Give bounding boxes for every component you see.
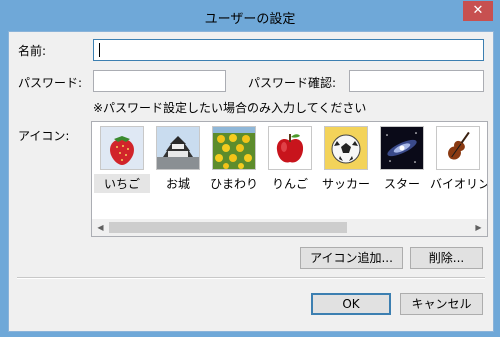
text-caret xyxy=(99,43,100,57)
icon-item-soccer[interactable]: サッカー xyxy=(318,126,374,193)
close-icon: ✕ xyxy=(472,3,484,18)
icon-item-star[interactable]: スター xyxy=(374,126,430,193)
strawberry-icon xyxy=(100,126,144,170)
horizontal-scrollbar[interactable]: ◀ ▶ xyxy=(92,219,487,236)
name-label: 名前: xyxy=(18,44,47,58)
sunflower-icon xyxy=(212,126,256,170)
soccer-ball-icon xyxy=(324,126,368,170)
scroll-left-icon[interactable]: ◀ xyxy=(92,219,109,236)
apple-icon xyxy=(268,126,312,170)
castle-icon xyxy=(156,126,200,170)
icon-label: アイコン: xyxy=(18,129,70,143)
title-bar[interactable]: ユーザーの設定 ✕ xyxy=(1,1,499,31)
icon-item-label: りんご xyxy=(271,177,308,191)
icon-item-violin[interactable]: バイオリン xyxy=(430,126,488,193)
password-field[interactable] xyxy=(93,70,226,92)
password-confirm-label: パスワード確認: xyxy=(248,76,337,90)
settings-dialog: ユーザーの設定 ✕ 名前: パスワード: パスワード確認: ※パスワード設定した… xyxy=(0,0,500,337)
add-icon-button[interactable]: アイコン追加... xyxy=(300,247,403,269)
icon-list[interactable]: いちご お城 ひまわり りんご サッカー スター バイオリン ◀ ▶ xyxy=(91,121,488,237)
icon-item-label: スター xyxy=(383,177,420,191)
name-field[interactable] xyxy=(93,39,484,61)
icon-item-apple[interactable]: りんご xyxy=(262,126,318,193)
icon-item-castle[interactable]: お城 xyxy=(150,126,206,193)
password-confirm-field[interactable] xyxy=(349,70,484,92)
scrollbar-thumb[interactable] xyxy=(109,222,347,233)
icon-item-sunflower[interactable]: ひまわり xyxy=(206,126,262,193)
violin-icon xyxy=(436,126,480,170)
delete-button[interactable]: 削除... xyxy=(410,247,483,269)
icon-item-label: いちご xyxy=(94,174,150,193)
scroll-right-icon[interactable]: ▶ xyxy=(470,219,487,236)
icon-item-label: サッカー xyxy=(321,177,370,191)
dialog-body: 名前: パスワード: パスワード確認: ※パスワード設定したい場合のみ入力してく… xyxy=(8,31,494,332)
password-note: ※パスワード設定したい場合のみ入力してください xyxy=(93,101,367,115)
icon-item-label: お城 xyxy=(165,177,190,191)
password-label: パスワード: xyxy=(18,76,83,90)
icon-item-label: ひまわり xyxy=(209,177,258,191)
divider xyxy=(17,277,485,279)
icon-item-label: バイオリン xyxy=(430,177,488,191)
window-title: ユーザーの設定 xyxy=(204,12,296,27)
icon-item-strawberry[interactable]: いちご xyxy=(94,126,150,193)
galaxy-icon xyxy=(380,126,424,170)
cancel-button[interactable]: キャンセル xyxy=(400,293,483,315)
ok-button[interactable]: OK xyxy=(311,293,391,315)
close-button[interactable]: ✕ xyxy=(463,1,493,21)
